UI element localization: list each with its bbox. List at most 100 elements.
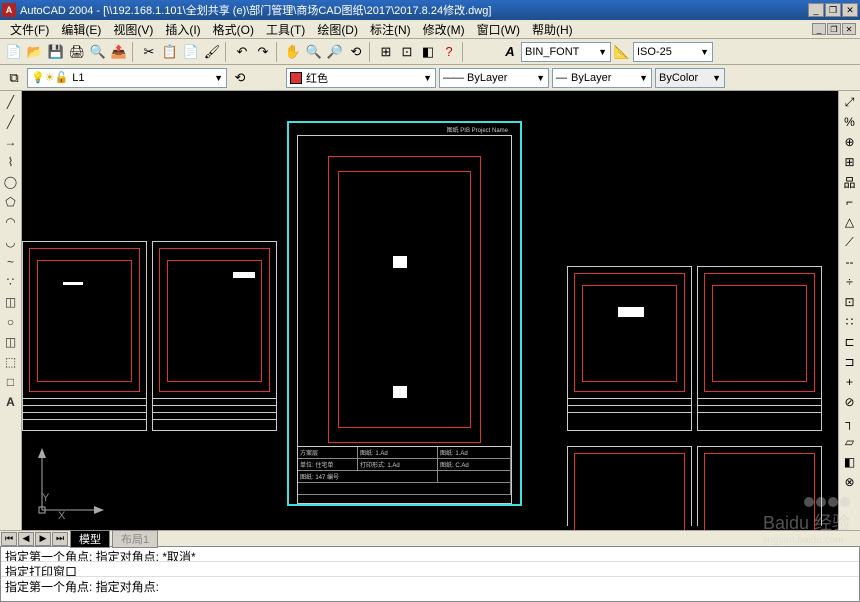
drawing-sheet-1 [22, 241, 147, 431]
layer-dropdown[interactable]: 💡 ☀ 🔓 L1 ▼ [27, 68, 227, 88]
cut-button[interactable]: ✂ [139, 42, 159, 62]
minimize-button[interactable]: _ [808, 3, 824, 17]
zoom-window-button[interactable]: 🔎 [325, 42, 345, 62]
menu-dimension[interactable]: 标注(N) [364, 20, 417, 39]
menu-file[interactable]: 文件(F) [4, 20, 55, 39]
menu-window[interactable]: 窗口(W) [471, 20, 526, 39]
linetype-dropdown[interactable]: —— ByLayer ▼ [439, 68, 549, 88]
workspace: ╱ ╱ → ⌇ ◯ ⬠ ◠ ◡ ~ ∵ ◫ ○ ◫ ⬚ □ A [0, 91, 860, 530]
text-style-dropdown[interactable]: BIN_FONT ▼ [521, 42, 611, 62]
command-prompt[interactable]: 指定第一个角点: 指定对角点: [1, 577, 859, 596]
rectangle-tool[interactable]: ⬠ [2, 193, 20, 211]
redo-button[interactable]: ↷ [253, 42, 273, 62]
zoom-prev-button[interactable]: ⟲ [346, 42, 366, 62]
tool-palette-button[interactable]: ◧ [418, 42, 438, 62]
tab-nav-first[interactable]: ⏮ [1, 532, 17, 546]
polygon-tool[interactable]: ⌇ [2, 153, 20, 171]
preview-button[interactable]: 🔍 [88, 42, 108, 62]
menu-edit[interactable]: 编辑(E) [55, 20, 107, 39]
explode-tool[interactable]: ⊘ [841, 393, 859, 411]
insert-tool[interactable]: ◫ [2, 293, 20, 311]
zoom-rt-button[interactable]: 🔍 [304, 42, 324, 62]
move-tool[interactable]: ⌐ [841, 193, 859, 211]
command-window[interactable]: 指定第一个角点: 指定对角点: *取消* 指定打印窗口 指定第一个角点: 指定对… [0, 546, 860, 602]
spline-tool[interactable]: ~ [2, 253, 20, 271]
maximize-button[interactable]: ❐ [825, 3, 841, 17]
menu-format[interactable]: 格式(O) [207, 20, 260, 39]
doc-close-button[interactable]: ✕ [842, 23, 856, 35]
help-button[interactable]: ? [439, 42, 459, 62]
arc-tool[interactable]: ◠ [2, 213, 20, 231]
menu-view[interactable]: 视图(V) [107, 20, 159, 39]
doc-minimize-button[interactable]: _ [812, 23, 826, 35]
scale-tool[interactable]: ⟋ [841, 233, 859, 251]
title-bar: A AutoCAD 2004 - [\\192.168.1.101\全划共享 (… [0, 0, 860, 20]
match-button[interactable]: 🖌 [202, 42, 222, 62]
extend-tool[interactable]: ⊡ [841, 293, 859, 311]
undo-button[interactable]: ↶ [232, 42, 252, 62]
dim-linear-tool[interactable]: ┐ [841, 413, 859, 431]
drawing-canvas[interactable]: 图纸 PIB Project Name 方案层图纸: 1.Ad图纸: 1.Ad … [22, 91, 838, 530]
hatch-tool[interactable]: ◫ [2, 333, 20, 351]
menu-modify[interactable]: 修改(M) [417, 20, 471, 39]
publish-button[interactable]: 📤 [109, 42, 129, 62]
pan-button[interactable]: ✋ [283, 42, 303, 62]
lineweight-dropdown[interactable]: — ByLayer ▼ [552, 68, 652, 88]
plot-button[interactable]: 🖨 [67, 42, 87, 62]
region-tool[interactable]: ⬚ [2, 353, 20, 371]
fillet-tool[interactable]: + [841, 373, 859, 391]
tab-layout1[interactable]: 布局1 [112, 530, 158, 548]
close-button[interactable]: ✕ [842, 3, 858, 17]
table-tool[interactable]: □ [2, 373, 20, 391]
menu-insert[interactable]: 插入(I) [159, 20, 206, 39]
open-button[interactable]: 📂 [25, 42, 45, 62]
break-tool[interactable]: ∷ [841, 313, 859, 331]
copy-tool[interactable]: % [841, 113, 859, 131]
circle-tool[interactable]: ◯ [2, 173, 20, 191]
tab-model[interactable]: 模型 [70, 530, 110, 548]
copy-button[interactable]: 📋 [160, 42, 180, 62]
erase-tool[interactable]: ⤢ [841, 93, 859, 111]
chevron-down-icon: ▼ [536, 73, 545, 83]
dim-style-dropdown[interactable]: ISO-25 ▼ [633, 42, 713, 62]
menu-help[interactable]: 帮助(H) [526, 20, 579, 39]
stretch-tool[interactable]: -- [841, 253, 859, 271]
properties-button[interactable]: ⊞ [376, 42, 396, 62]
rotate-tool[interactable]: △ [841, 213, 859, 231]
dim-style-button[interactable]: 📐 [612, 42, 632, 62]
text-style-value: BIN_FONT [525, 46, 579, 58]
offset-tool[interactable]: ⊞ [841, 153, 859, 171]
point-tool[interactable]: ○ [2, 313, 20, 331]
paste-button[interactable]: 📄 [181, 42, 201, 62]
pline-tool[interactable]: → [2, 133, 20, 151]
trim-tool[interactable]: ÷ [841, 273, 859, 291]
ellipse-tool[interactable]: ∵ [2, 273, 20, 291]
layer-manager-button[interactable]: ⧉ [4, 68, 24, 88]
drawing-title-block: 方案层图纸: 1.Ad图纸: 1.Ad 单位: 住宅单打印形式: 1.Ad图纸:… [297, 446, 512, 504]
xline-tool[interactable]: ╱ [2, 113, 20, 131]
menu-tools[interactable]: 工具(T) [260, 20, 311, 39]
plotstyle-dropdown[interactable]: ByColor ▼ [655, 68, 725, 88]
array-tool[interactable]: 品 [841, 173, 859, 191]
doc-restore-button[interactable]: ❐ [827, 23, 841, 35]
mirror-tool[interactable]: ⊕ [841, 133, 859, 151]
revcloud-tool[interactable]: ◡ [2, 233, 20, 251]
tab-nav-last[interactable]: ⏭ [52, 532, 68, 546]
chamfer-tool[interactable]: ⊐ [841, 353, 859, 371]
tab-nav-prev[interactable]: ◀ [18, 532, 34, 546]
dim-ord-tool[interactable]: ◧ [841, 453, 859, 471]
chevron-down-icon: ▼ [423, 73, 432, 83]
new-button[interactable]: 📄 [4, 42, 24, 62]
tab-nav-next[interactable]: ▶ [35, 532, 51, 546]
dim-aligned-tool[interactable]: ▱ [841, 433, 859, 451]
join-tool[interactable]: ⊏ [841, 333, 859, 351]
text-style-button[interactable]: A [500, 42, 520, 62]
mtext-tool[interactable]: A [2, 393, 20, 411]
menu-draw[interactable]: 绘图(D) [311, 20, 364, 39]
save-button[interactable]: 💾 [46, 42, 66, 62]
dim-radius-tool[interactable]: ⊗ [841, 473, 859, 491]
design-center-button[interactable]: ⊡ [397, 42, 417, 62]
line-tool[interactable]: ╱ [2, 93, 20, 111]
color-dropdown[interactable]: 红色 ▼ [286, 68, 436, 88]
layer-prev-button[interactable]: ⟲ [230, 68, 250, 88]
